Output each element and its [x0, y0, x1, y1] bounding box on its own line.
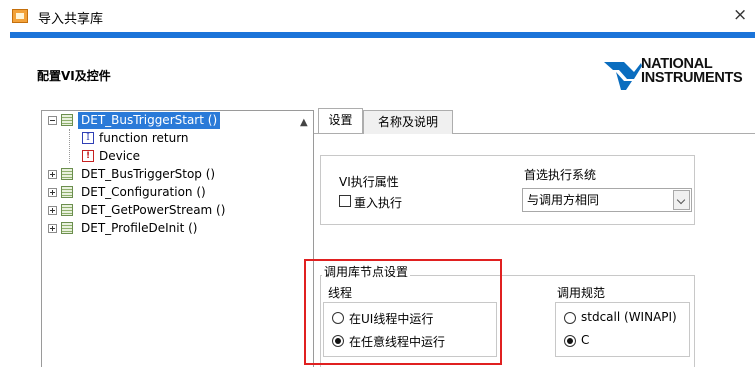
c-label: C	[581, 333, 590, 347]
pref-exec-label: 首选执行系统	[524, 168, 597, 182]
indicator-icon: I	[82, 132, 94, 144]
logo-line-national: NATIONAL	[641, 56, 713, 72]
window-title: 导入共享库	[38, 12, 104, 27]
function-icon	[61, 204, 73, 216]
accent-bar	[10, 32, 755, 38]
logo-line-instruments: INSTRUMENTS	[641, 70, 743, 86]
pref-exec-select[interactable]: 与调用方相同	[522, 188, 692, 212]
tab-settings[interactable]: 设置	[318, 108, 363, 133]
error-icon: !	[82, 150, 94, 162]
calling-conv-label: 调用规范	[557, 286, 606, 300]
ni-logo: NATIONAL INSTRUMENTS	[603, 57, 753, 93]
tree-item-bustriggerstart-row[interactable]: DET_BusTriggerStart ()	[48, 112, 300, 129]
tree-item-label: DET_Configuration ()	[81, 185, 206, 199]
chevron-down-icon[interactable]	[673, 190, 690, 210]
tree-item-label: DET_BusTriggerStop ()	[81, 167, 216, 181]
function-icon	[61, 222, 73, 234]
reentrant-checkbox[interactable]	[339, 195, 351, 207]
vi-exec-label: VI执行属性	[339, 175, 399, 189]
function-tree[interactable]: DET_BusTriggerStart () I function return…	[41, 110, 314, 367]
app-icon	[12, 9, 28, 23]
tab-name-description[interactable]: 名称及说明	[363, 110, 453, 134]
collapse-icon[interactable]	[48, 116, 57, 125]
pref-exec-value: 与调用方相同	[527, 193, 600, 207]
stdcall-radio[interactable]	[564, 312, 576, 324]
tree-item-label: DET_ProfileDeInit ()	[81, 221, 198, 235]
ni-eagle-icon	[604, 62, 642, 90]
function-icon	[61, 168, 73, 180]
highlight-box	[304, 259, 502, 365]
stdcall-label: stdcall (WINAPI)	[581, 310, 677, 324]
scroll-up-icon[interactable]: ▲	[300, 117, 308, 128]
reentrant-label: 重入执行	[354, 196, 403, 210]
tree-item-label: Device	[99, 149, 141, 163]
tree-item-bustriggerstart[interactable]: DET_BusTriggerStart ()	[78, 112, 221, 129]
expand-icon[interactable]	[48, 224, 57, 233]
tree-item-label: DET_GetPowerStream ()	[81, 203, 226, 217]
function-icon	[61, 186, 73, 198]
section-title: 配置VI及控件	[37, 69, 111, 83]
c-radio[interactable]	[564, 335, 576, 347]
close-icon[interactable]: ×	[733, 5, 747, 25]
expand-icon[interactable]	[48, 188, 57, 197]
expand-icon[interactable]	[48, 170, 57, 179]
title-bar: 导入共享库 ×	[0, 0, 755, 32]
tree-item-label: function return	[99, 131, 189, 145]
tree-connector	[69, 129, 71, 163]
expand-icon[interactable]	[48, 206, 57, 215]
function-icon	[61, 114, 73, 126]
